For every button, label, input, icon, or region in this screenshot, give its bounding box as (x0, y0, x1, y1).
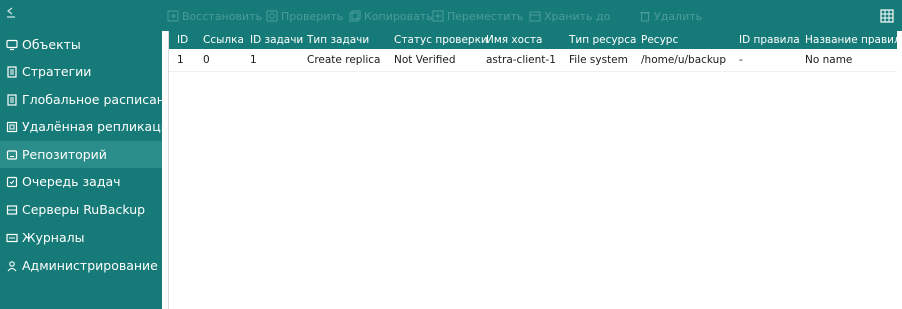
verify-button[interactable]: Проверить (266, 9, 343, 23)
column-header-id[interactable]: ID (177, 31, 188, 49)
sidebar-item-label: Администрирование (22, 258, 158, 273)
cell-task-id: 1 (250, 54, 257, 66)
collapse-sidebar-icon[interactable] (6, 7, 20, 19)
trash-icon (640, 12, 650, 22)
cell-rule-id: - (739, 54, 743, 66)
sidebar-item-label: Глобальное расписание (22, 92, 181, 107)
copy-icon (349, 10, 361, 22)
cell-resource: /home/u/backup (641, 54, 726, 66)
delete-button[interactable]: Удалить (639, 9, 702, 23)
cell-task-type: Create replica (307, 54, 381, 66)
delete-label: Удалить (654, 9, 703, 23)
document-icon (6, 65, 18, 78)
sidebar-item-repository[interactable]: Репозиторий (0, 141, 162, 168)
sidebar-item-objects[interactable]: Объекты (0, 31, 162, 58)
server-icon (6, 204, 18, 216)
sidebar: Объекты Стратегии Глобальное расписание … (0, 0, 181, 309)
log-icon (6, 232, 18, 244)
row-divider (169, 71, 897, 72)
column-settings-icon[interactable] (880, 8, 894, 23)
sidebar-item-label: Серверы RuBackup (22, 202, 146, 217)
keep-until-label: Хранить до (544, 9, 611, 23)
sidebar-item-logs[interactable]: Журналы (0, 224, 162, 251)
cell-resource-type: File system (569, 54, 628, 66)
sidebar-item-remote-replication[interactable]: Удалённая репликация (0, 113, 176, 140)
verify-label: Проверить (281, 9, 344, 23)
restore-label: Восстановить (182, 9, 262, 23)
copy-label: Копировать (364, 9, 433, 23)
column-header-rule-name[interactable]: Название правила (805, 31, 897, 49)
sidebar-item-label: Стратегии (22, 64, 92, 79)
cell-hostname: astra-client-1 (486, 54, 556, 66)
cell-verify-status: Not Verified (394, 54, 456, 66)
sidebar-item-global-schedule[interactable]: Глобальное расписание (0, 86, 181, 113)
backup-table: ID Ссылка ID задачи Тип задачи Статус пр… (168, 31, 897, 309)
move-label: Переместить (447, 9, 524, 23)
column-header-resource[interactable]: Ресурс (641, 31, 678, 49)
queue-icon (6, 176, 18, 188)
column-header-link[interactable]: Ссылка (203, 31, 244, 49)
replication-icon (6, 121, 18, 133)
sidebar-item-administration[interactable]: Администрирование (0, 252, 162, 279)
sidebar-item-label: Объекты (22, 37, 81, 52)
calendar-icon (529, 11, 541, 22)
sidebar-item-servers[interactable]: Серверы RuBackup (0, 196, 162, 223)
column-header-rule-id[interactable]: ID правила (739, 31, 800, 49)
repository-icon (6, 149, 18, 161)
cell-id: 1 (177, 54, 184, 66)
toolbar: Восстановить Проверить Копировать Переме… (162, 0, 902, 31)
sidebar-item-label: Удалённая репликация (22, 119, 177, 134)
column-header-resource-type[interactable]: Тип ресурса (569, 31, 636, 49)
move-icon (432, 10, 444, 22)
column-header-hostname[interactable]: Имя хоста (486, 31, 542, 49)
sidebar-item-strategies[interactable]: Стратегии (0, 58, 162, 85)
copy-button[interactable]: Копировать (349, 9, 433, 23)
restore-icon (167, 10, 179, 22)
cell-link: 0 (203, 54, 210, 66)
sidebar-item-label: Журналы (22, 230, 85, 245)
admin-users-icon (6, 260, 18, 272)
calendar-list-icon (6, 93, 18, 106)
column-header-task-type[interactable]: Тип задачи (307, 31, 369, 49)
column-header-task-id[interactable]: ID задачи (250, 31, 303, 49)
move-button[interactable]: Переместить (432, 9, 523, 23)
cell-rule-name: No name (805, 54, 853, 66)
sidebar-item-label: Очередь задач (22, 174, 121, 189)
monitor-icon (6, 39, 18, 51)
sidebar-item-label: Репозиторий (22, 147, 107, 162)
sidebar-item-task-queue[interactable]: Очередь задач (0, 168, 162, 195)
restore-button[interactable]: Восстановить (167, 9, 262, 23)
column-header-verify-status[interactable]: Статус проверки (394, 31, 488, 49)
verify-icon (266, 10, 278, 22)
keep-until-button[interactable]: Хранить до (529, 9, 610, 23)
table-header: ID Ссылка ID задачи Тип задачи Статус пр… (169, 31, 897, 49)
